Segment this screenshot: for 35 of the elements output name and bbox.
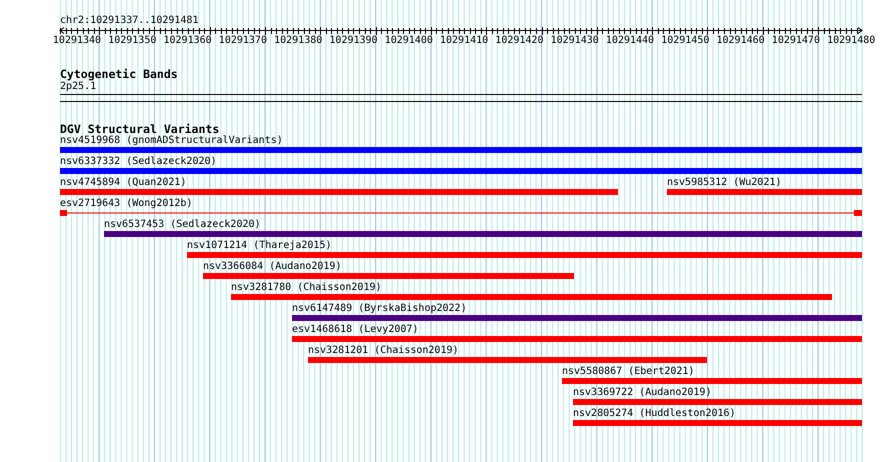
- tick-label: 10291360: [162, 35, 213, 47]
- variant-label: nsv3369722 (Audano2019): [573, 387, 712, 399]
- tick-label: 10291380: [273, 35, 324, 47]
- variant-label: nsv6337332 (Sedlazeck2020): [60, 156, 218, 168]
- variant-bar[interactable]: [60, 210, 862, 216]
- variant-label: nsv3366084 (Audano2019): [203, 261, 342, 273]
- track-title: Cytogenetic Bands: [60, 67, 178, 81]
- variant-label: nsv1071214 (Thareja2015): [187, 240, 332, 252]
- tick-label: 10291440: [604, 35, 656, 47]
- variant-label: nsv4745894 (Quan2021): [60, 177, 188, 189]
- variant-label: nsv5985312 (Wu2021): [667, 177, 782, 189]
- tick-label: 10291480: [826, 35, 876, 47]
- tick-label: 10291390: [328, 35, 379, 47]
- tick-label: 10291430: [550, 35, 600, 47]
- location-label: chr2:10291337..10291481: [60, 15, 198, 26]
- tick-label: 10291350: [107, 35, 158, 47]
- track-title: DGV Structural Variants: [60, 122, 220, 136]
- tick-label: 10291410: [439, 35, 490, 47]
- tick-label: 10291340: [52, 35, 102, 47]
- tick-label: 10291470: [770, 35, 821, 47]
- variant-label: esv1468618 (Levy2007): [292, 324, 420, 336]
- tick-label: 10291370: [218, 35, 268, 47]
- variant-label: nsv2805274 (Huddleston2016): [573, 408, 737, 420]
- tick-label: 10291400: [384, 35, 434, 47]
- variant-label: nsv5580867 (Ebert2021): [562, 366, 696, 378]
- variant-label: nsv6537453 (Sedlazeck2020): [104, 219, 262, 231]
- variant-label: nsv4519968 (gnomADStructuralVariants): [60, 135, 284, 147]
- variant-label: nsv3281201 (Chaisson2019): [308, 345, 460, 357]
- variant-label: nsv6147489 (ByrskaBishop2022): [292, 303, 468, 315]
- tick-label: 10291460: [716, 35, 766, 47]
- band-label: 2p25.1: [60, 81, 96, 92]
- variant-label: esv2719643 (Wong2012b): [60, 198, 194, 210]
- tick-label: 10291420: [494, 35, 544, 47]
- tick-label: 10291450: [660, 35, 710, 47]
- variant-label: nsv3281780 (Chaisson2019): [231, 282, 383, 294]
